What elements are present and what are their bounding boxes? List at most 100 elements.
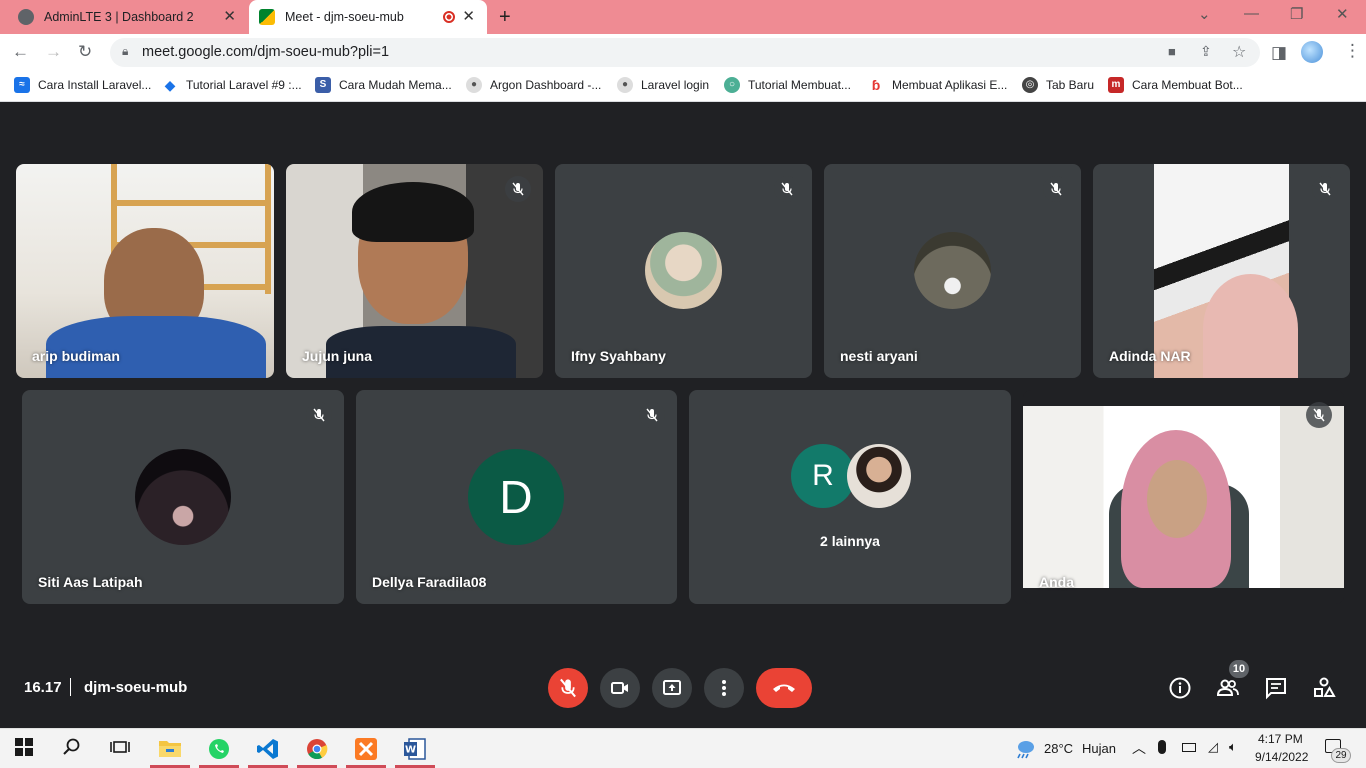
present-icon [663,680,681,695]
lock-icon[interactable]: 🔒︎ [122,44,128,59]
present-screen-button[interactable] [652,668,692,708]
mic-off-icon [781,182,793,196]
profile-avatar[interactable] [1301,41,1323,63]
people-button[interactable] [1216,676,1240,700]
tab-meet[interactable]: Meet - djm-soeu-mub ✕ [249,0,487,34]
muted-indicator [774,176,800,202]
weather-icon[interactable] [1014,739,1036,764]
bookmark-icon: m [1108,77,1124,93]
file-explorer-icon[interactable] [158,737,182,761]
participant-initial-avatar: D [468,449,564,545]
muted-indicator [1043,176,1069,202]
bookmark-item[interactable]: S Cara Mudah Mema... [315,77,452,93]
minimize-button[interactable]: — [1244,5,1259,22]
bookmark-item[interactable]: ● Argon Dashboard -... [466,77,601,93]
mic-toggle-button[interactable] [548,668,588,708]
restore-button[interactable]: ❐ [1290,5,1303,23]
meeting-controls: 16.17 djm-soeu-mub 10 [0,660,1366,716]
mic-off-icon [1319,182,1331,196]
more-vert-icon [722,680,726,696]
bookmark-item[interactable]: ɓ Membuat Aplikasi E... [868,77,1008,93]
avatar-icon: ● [617,77,633,93]
microphone-icon[interactable] [1158,740,1166,754]
bookmark-item[interactable]: ○ Tutorial Membuat... [724,77,851,93]
share-icon[interactable]: ⇪ [1200,43,1212,60]
close-tab-icon[interactable]: ✕ [462,9,475,24]
task-view-icon[interactable] [110,737,134,761]
recording-icon [443,11,455,23]
info-icon [1169,677,1191,699]
participant-name: Jujun juna [302,348,372,364]
end-call-button[interactable] [756,668,812,708]
participant-avatar [645,232,722,309]
bookmark-icon: S [315,77,331,93]
muted-indicator [505,176,531,202]
mic-off-icon [646,408,658,422]
forward-button[interactable]: → [45,42,62,62]
svg-text:W: W [405,745,416,756]
people-icon [1216,679,1239,696]
reload-button[interactable]: ↻ [78,42,92,62]
self-tile[interactable]: Anda [1023,390,1344,604]
participant-tile[interactable]: D Dellya Faradila08 [356,390,677,604]
meeting-details-button[interactable] [1168,676,1192,700]
tab-adminlte[interactable]: AdminLTE 3 | Dashboard 2 ✕ [8,0,248,34]
search-icon[interactable] [62,737,86,761]
camera-toggle-button[interactable] [600,668,640,708]
windows-start-icon[interactable] [14,737,38,761]
clock-date[interactable]: 9/14/2022 [1255,750,1308,764]
participant-tile[interactable]: nesti aryani [824,164,1081,378]
close-window-button[interactable]: ✕ [1336,5,1349,23]
activities-button[interactable] [1312,676,1336,700]
bookmark-item[interactable]: ◎ Tab Baru [1022,77,1094,93]
meeting-code: djm-soeu-mub [84,679,188,696]
new-tab-button[interactable]: + [499,6,511,29]
meet-stage: arip budiman Jujun juna Ifny Syahbany ne… [0,103,1366,728]
tab-search-icon[interactable]: ⌄ [1198,5,1211,23]
bookmark-item[interactable]: ≈ Cara Install Laravel... [14,77,151,93]
others-tile[interactable]: R 2 lainnya [689,390,1011,604]
participant-tile[interactable]: arip budiman [16,164,274,378]
notification-count-badge: 29 [1331,748,1351,763]
side-panel-icon[interactable]: ◨ [1271,43,1287,63]
mic-off-icon [512,182,524,196]
video-person-body [46,316,266,378]
volume-icon[interactable]: 🔈︎ [1229,739,1237,755]
vscode-icon[interactable] [256,737,280,761]
bookmark-star-icon[interactable]: ☆ [1232,42,1246,62]
back-button[interactable]: ← [12,42,29,62]
bookmark-item[interactable]: m Cara Membuat Bot... [1108,77,1243,93]
people-count-badge: 10 [1229,660,1249,678]
camera-icon[interactable]: ■ [1168,44,1176,59]
battery-icon[interactable] [1182,743,1196,752]
participant-name: Dellya Faradila08 [372,574,487,590]
participant-tile[interactable]: Adinda NAR [1093,164,1350,378]
activities-icon [1314,677,1336,697]
video-person-hair [352,182,474,242]
menu-icon[interactable]: ⋮ [1344,41,1361,61]
mic-off-icon [560,678,576,698]
close-tab-icon[interactable]: ✕ [223,9,236,24]
chat-button[interactable] [1264,676,1288,700]
globe-icon [18,9,34,25]
bookmark-icon: ○ [724,77,740,93]
more-options-button[interactable] [704,668,744,708]
clock-time[interactable]: 4:17 PM [1258,732,1303,746]
bookmark-item[interactable]: ◆ Tutorial Laravel #9 :... [162,77,302,93]
whatsapp-icon[interactable] [207,737,231,761]
hang-up-icon [773,684,795,692]
bookmarks-bar: ≈ Cara Install Laravel... ◆ Tutorial Larav… [0,71,1366,102]
participant-tile[interactable]: Jujun juna [286,164,543,378]
chevron-up-icon[interactable]: ︿ [1132,738,1146,758]
wifi-icon[interactable]: ◿ [1208,739,1218,755]
participant-tile[interactable]: Siti Aas Latipah [22,390,344,604]
xampp-icon[interactable] [354,737,378,761]
meet-icon [259,9,275,25]
navigation-bar: ← → ↻ 🔒︎ meet.google.com/djm-soeu-mub?pl… [0,34,1366,71]
word-icon[interactable]: W [403,737,427,761]
bookmark-item[interactable]: ● Laravel login [617,77,709,93]
participant-tile[interactable]: Ifny Syahbany [555,164,812,378]
weather-desc: Hujan [1082,741,1116,756]
chrome-icon[interactable] [305,737,329,761]
address-bar[interactable]: 🔒︎ meet.google.com/djm-soeu-mub?pli=1 ■ … [110,38,1260,67]
